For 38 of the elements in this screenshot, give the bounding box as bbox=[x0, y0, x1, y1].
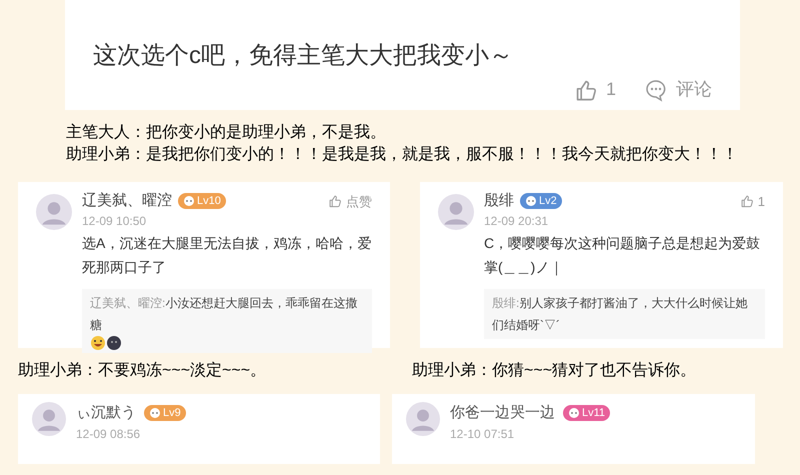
dark-face-emoji-icon bbox=[107, 336, 121, 350]
level-badge: Lv11 bbox=[563, 405, 610, 422]
paw-face-icon bbox=[183, 195, 195, 208]
paw-face-icon bbox=[568, 407, 580, 420]
like-button[interactable]: 1 bbox=[574, 76, 616, 103]
avatar-icon bbox=[406, 402, 440, 436]
speech-bubble-icon bbox=[644, 78, 668, 102]
like-button[interactable]: 点赞 bbox=[328, 192, 372, 211]
username: 你爸一边哭一边 bbox=[450, 403, 555, 423]
dialogue-line: 助理小弟：是我把你们变小的！！！是我是我，就是我，服不服！！！我今天就把你变大！！！ bbox=[66, 144, 739, 165]
dialogue-line: 助理小弟：不要鸡冻~~~淡定~~~。 bbox=[17, 360, 268, 381]
level-badge: Lv10 bbox=[178, 193, 226, 210]
username: 殷绯 bbox=[484, 191, 514, 211]
paw-face-icon bbox=[525, 195, 537, 208]
reply-text: 辽美弑、曜涳:小汝还想赶大腿回去，乖乖留在这撒糖 bbox=[90, 294, 358, 334]
thumbs-up-icon bbox=[740, 194, 754, 208]
dialogue-line: 主笔大人：把你变小的是助理小弟，不是我。 bbox=[66, 122, 387, 143]
timestamp: 12-09 20:31 bbox=[484, 212, 550, 228]
level-badge: Lv9 bbox=[144, 405, 186, 422]
level-badge: Lv2 bbox=[520, 193, 562, 210]
avatar-icon bbox=[36, 194, 72, 230]
thumbs-up-icon bbox=[328, 194, 342, 208]
comment-button[interactable]: 评论 bbox=[644, 76, 712, 103]
comment-text: C，嘤嘤嘤每次这种问题脑子总是想起为爱鼓掌(＿＿)ノ｜ bbox=[484, 234, 762, 278]
reply-text: 殷绯:别人家孩子都打酱油了，大大什么时候让她们结婚呀`▽´ bbox=[492, 294, 748, 334]
post-text: 这次选个c吧，免得主笔大大把我变小～ bbox=[92, 41, 514, 71]
comment-text: 选A，沉迷在大腿里无法自拔，鸡冻，哈哈，爱死那两口子了 bbox=[82, 234, 372, 276]
like-button[interactable]: 1 bbox=[740, 192, 765, 211]
avatar-icon bbox=[438, 194, 474, 230]
username: ぃ沉默う bbox=[76, 403, 136, 423]
timestamp: 12-09 08:56 bbox=[76, 426, 142, 442]
timestamp: 12-09 10:50 bbox=[82, 212, 148, 228]
laughing-emoji-icon bbox=[91, 336, 105, 350]
username: 辽美弑、曜涳 bbox=[82, 191, 172, 211]
timestamp: 12-10 07:51 bbox=[450, 426, 516, 442]
dialogue-line: 助理小弟：你猜~~~猜对了也不告诉你。 bbox=[411, 360, 698, 381]
avatar-icon bbox=[32, 402, 66, 436]
paw-face-icon bbox=[149, 407, 161, 420]
